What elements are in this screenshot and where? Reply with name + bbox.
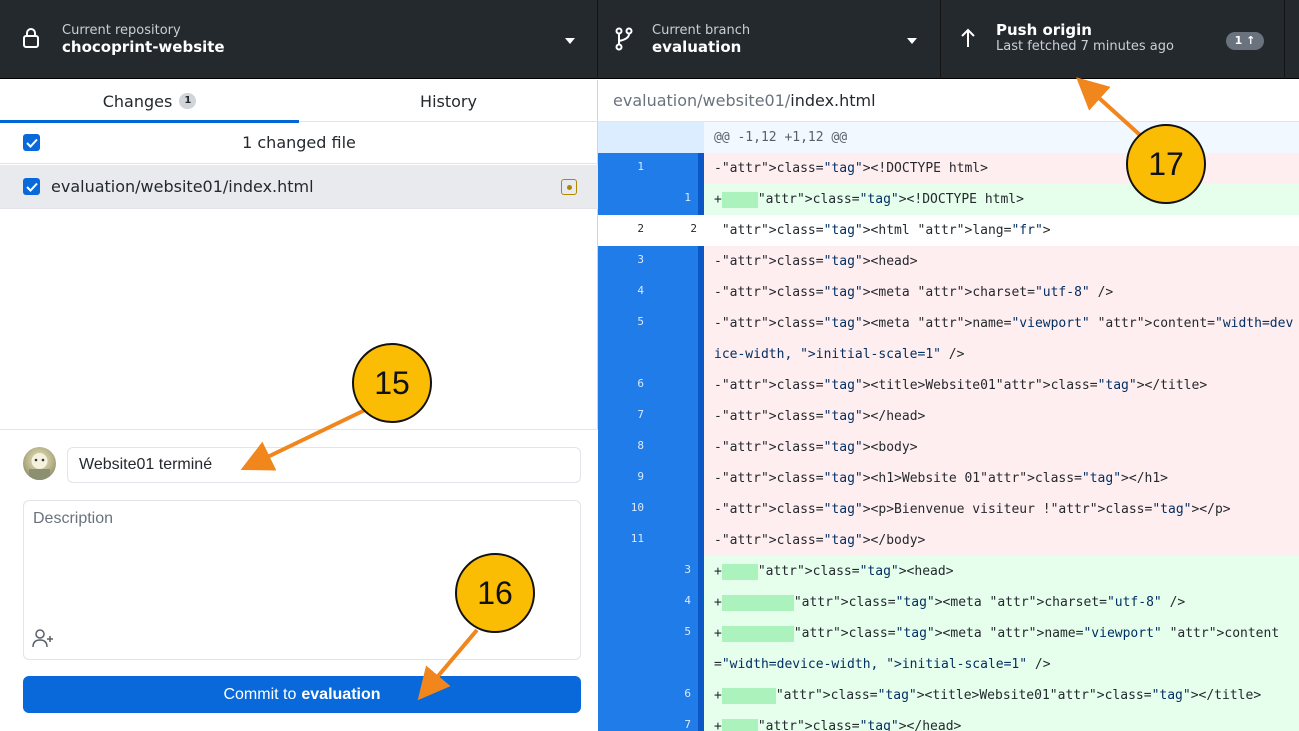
commits-ahead-badge: 1 ↑ xyxy=(1226,32,1264,50)
line-number-old xyxy=(598,184,651,215)
line-number-new xyxy=(651,153,704,184)
diff-line-del[interactable]: 5 -"attr">class="tag"><meta "attr">name="… xyxy=(598,308,1299,370)
line-number-old: 7 xyxy=(598,401,651,432)
line-number-new xyxy=(651,277,704,308)
line-number-old: 8 xyxy=(598,432,651,463)
line-number-old xyxy=(598,680,651,711)
lock-icon xyxy=(22,27,40,49)
line-number-new: 7 xyxy=(651,711,704,731)
line-number-new xyxy=(651,432,704,463)
callout-16: 16 xyxy=(455,553,535,633)
line-number-new: 3 xyxy=(651,556,704,587)
add-coauthor-icon[interactable] xyxy=(32,627,54,649)
changed-files-count: 1 changed file xyxy=(242,133,356,152)
line-number-old: 10 xyxy=(598,494,651,525)
sidebar-tabs: Changes 1 History xyxy=(0,80,598,123)
diff-line-add[interactable]: 5 + "attr">class="tag"><meta "attr">name="… xyxy=(598,618,1299,680)
line-number-new: 4 xyxy=(651,587,704,618)
line-number-new xyxy=(651,401,704,432)
check-icon xyxy=(25,182,38,192)
commit-summary-input[interactable] xyxy=(67,447,581,483)
gutter-new xyxy=(651,122,704,153)
branch-name: evaluation xyxy=(652,38,742,56)
line-number-old xyxy=(598,587,651,618)
changes-sidebar: Changes 1 History 1 changed file evaluat… xyxy=(0,80,598,731)
line-number-old: 2 xyxy=(598,215,651,246)
tab-history[interactable]: History xyxy=(299,80,598,122)
tab-changes-label: Changes xyxy=(102,91,173,111)
tab-history-label: History xyxy=(420,91,477,111)
line-number-new xyxy=(651,370,704,401)
diff-line-text: + "attr">class="tag"><meta "attr">name="v… xyxy=(714,625,1280,672)
github-desktop-window: Current repository chocoprint-website Cu… xyxy=(0,0,1299,731)
callout-17: 17 xyxy=(1126,124,1206,204)
line-number-old: 1 xyxy=(598,153,651,184)
diff-lines: @@ -1,12 +1,12 @@ 1 -"attr">class="tag"><… xyxy=(598,122,1299,731)
last-fetched-text: Last fetched 7 minutes ago xyxy=(996,39,1174,54)
line-number-old: 3 xyxy=(598,246,651,277)
line-number-new: 5 xyxy=(651,618,704,680)
diff-path-prefix: evaluation/website01/ xyxy=(613,91,791,110)
commit-button[interactable]: Commit to evaluation xyxy=(23,676,581,713)
callout-15: 15 xyxy=(352,343,432,423)
line-number-old xyxy=(598,556,651,587)
diff-line-text: + "attr">class="tag"></head> xyxy=(704,704,1299,731)
line-number-old: 5 xyxy=(598,308,651,370)
arrow-up-icon xyxy=(961,28,975,48)
line-number-new: 6 xyxy=(651,680,704,711)
tab-changes[interactable]: Changes 1 xyxy=(0,80,299,123)
commit-button-prefix: Commit to xyxy=(223,685,297,703)
changes-count-badge: 1 xyxy=(179,93,197,109)
check-icon xyxy=(25,138,38,148)
git-branch-icon xyxy=(614,27,634,51)
line-number-old: 4 xyxy=(598,277,651,308)
push-origin-button[interactable]: Push origin Last fetched 7 minutes ago 1… xyxy=(941,0,1285,79)
line-number-old xyxy=(598,711,651,731)
diff-line-text: -"attr">class="tag"><meta "attr">name="v… xyxy=(714,316,1294,362)
branch-label: Current branch xyxy=(652,23,751,38)
line-number-new: 2 xyxy=(651,215,704,246)
toolbar: Current repository chocoprint-website Cu… xyxy=(0,0,1299,79)
repository-name: chocoprint-website xyxy=(62,38,225,56)
line-number-new xyxy=(651,494,704,525)
gutter-old xyxy=(598,122,651,153)
line-number-old: 9 xyxy=(598,463,651,494)
modified-icon xyxy=(561,179,577,195)
repository-label: Current repository xyxy=(62,23,181,38)
push-label: Push origin xyxy=(996,21,1092,39)
line-number-new xyxy=(651,463,704,494)
current-branch-button[interactable]: Current branch evaluation xyxy=(598,0,941,79)
chevron-down-icon xyxy=(565,38,575,44)
line-number-new xyxy=(651,246,704,277)
file-path: evaluation/website01/index.html xyxy=(51,177,314,196)
chevron-down-icon xyxy=(907,38,917,44)
current-repository-button[interactable]: Current repository chocoprint-website xyxy=(0,0,598,79)
avatar xyxy=(23,447,56,480)
changed-files-header: 1 changed file xyxy=(0,122,598,164)
file-checkbox[interactable] xyxy=(23,178,40,195)
line-number-old: 11 xyxy=(598,525,651,556)
file-list-item[interactable]: evaluation/website01/index.html xyxy=(0,165,598,209)
commit-button-branch: evaluation xyxy=(301,685,381,703)
diff-line-add[interactable]: 7 + "attr">class="tag"></head> xyxy=(598,711,1299,731)
line-number-new xyxy=(651,525,704,556)
line-number-new: 1 xyxy=(651,184,704,215)
line-number-old xyxy=(598,618,651,680)
line-number-new xyxy=(651,308,704,370)
diff-file-name: index.html xyxy=(790,91,876,110)
line-number-old: 6 xyxy=(598,370,651,401)
select-all-checkbox[interactable] xyxy=(23,134,40,151)
